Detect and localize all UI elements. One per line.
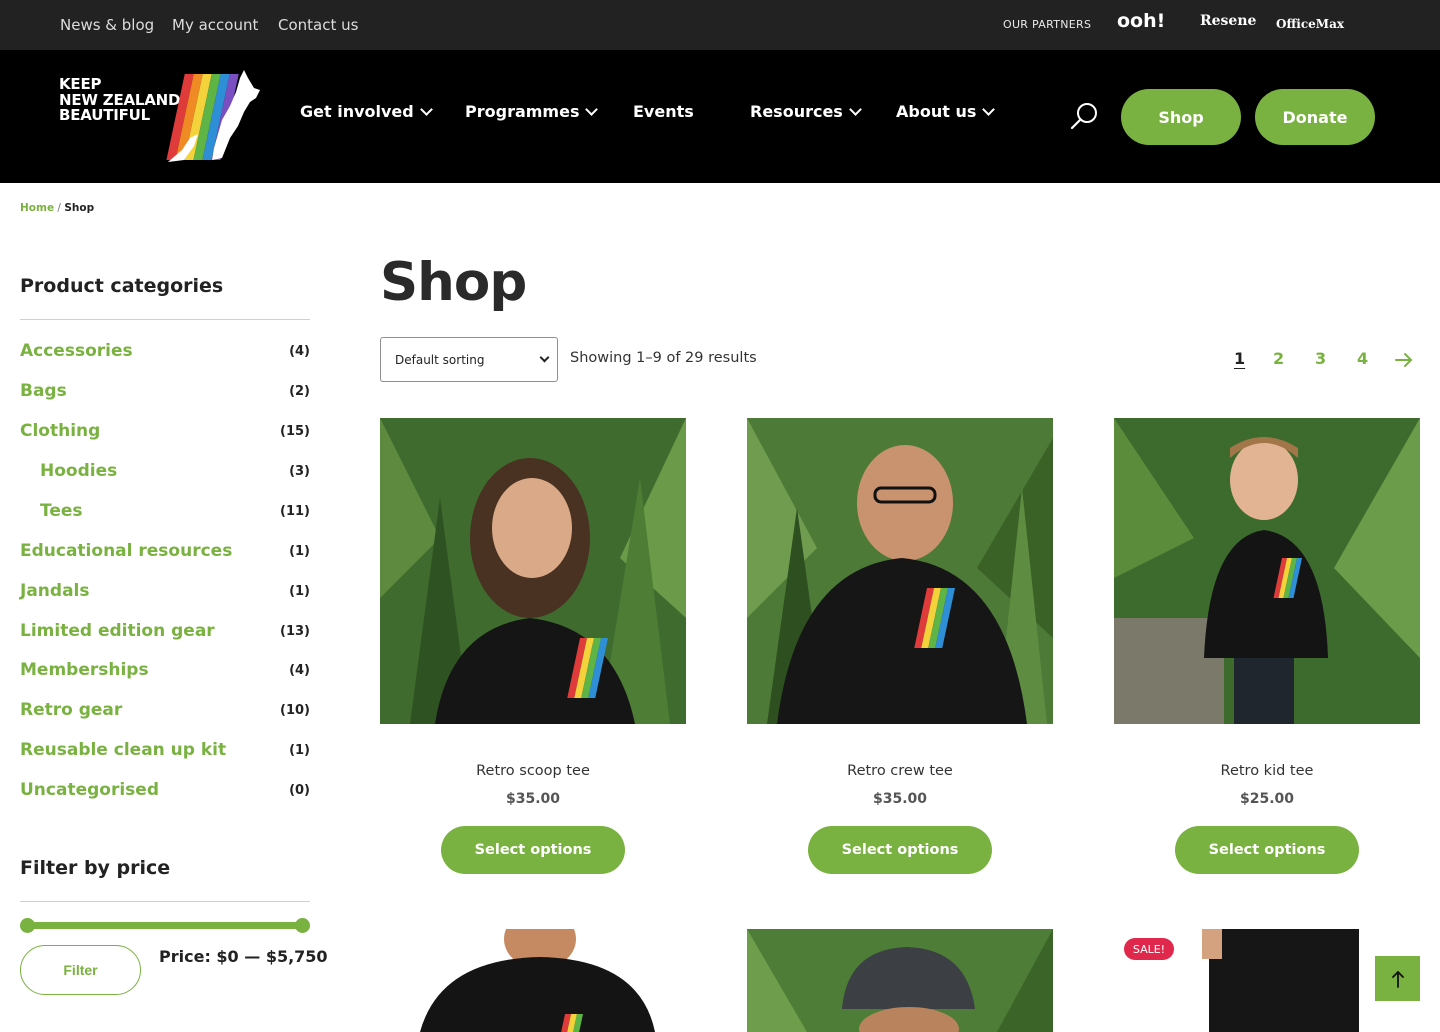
category-clothing[interactable]: Clothing (15)	[20, 417, 310, 445]
chevron-down-icon	[585, 102, 599, 116]
page-title: Shop	[380, 252, 527, 313]
breadcrumb-home-link[interactable]: Home	[20, 202, 54, 214]
contact-us-link[interactable]: Contact us	[278, 16, 358, 34]
nav-resources[interactable]: Resources	[750, 102, 862, 121]
product-title[interactable]: Retro crew tee	[747, 763, 1053, 779]
chevron-down-icon	[848, 102, 862, 116]
category-memberships[interactable]: Memberships (4)	[20, 656, 310, 684]
filter-button[interactable]: Filter	[20, 945, 141, 995]
chevron-down-icon	[419, 102, 433, 116]
nav-programmes[interactable]: Programmes	[465, 102, 599, 121]
divider	[20, 901, 310, 902]
price-max-handle[interactable]	[295, 918, 310, 933]
search-icon[interactable]	[1068, 100, 1100, 132]
main-header: KEEP NEW ZEALAND BEAUTIFUL Get involved …	[0, 50, 1440, 183]
donate-button[interactable]: Donate	[1255, 89, 1375, 145]
nav-get-involved[interactable]: Get involved	[300, 102, 433, 121]
pagination-page-1[interactable]: 1	[1234, 349, 1245, 368]
product-image-retro-scoop-tee[interactable]	[380, 418, 686, 724]
category-bags[interactable]: Bags (2)	[20, 377, 310, 405]
pagination-page-3[interactable]: 3	[1315, 349, 1326, 368]
breadcrumb-separator: /	[57, 202, 61, 214]
result-count: Showing 1–9 of 29 results	[570, 350, 757, 366]
category-accessories[interactable]: Accessories (4)	[20, 337, 310, 365]
shop-button[interactable]: Shop	[1121, 89, 1241, 145]
my-account-link[interactable]: My account	[172, 16, 258, 34]
chevron-down-icon	[539, 352, 550, 363]
product-image-cap[interactable]	[747, 929, 1053, 1032]
select-options-button[interactable]: Select options	[808, 826, 992, 874]
product-categories-heading: Product categories	[20, 275, 224, 297]
price-min-handle[interactable]	[20, 918, 35, 933]
category-jandals[interactable]: Jandals (1)	[20, 577, 310, 605]
nz-map-logo-icon	[166, 70, 260, 162]
category-educational-resources[interactable]: Educational resources (1)	[20, 537, 310, 565]
partner-logo-officemax[interactable]: OfficeMax	[1276, 17, 1344, 31]
partner-logo-resene[interactable]: Resene	[1200, 13, 1256, 29]
chevron-down-icon	[982, 102, 996, 116]
arrow-up-icon	[1391, 970, 1404, 988]
product-price: $35.00	[505, 791, 561, 807]
product-title[interactable]: Retro kid tee	[1114, 763, 1420, 779]
divider	[20, 319, 310, 320]
sort-select[interactable]: Default sorting	[380, 337, 558, 382]
breadcrumb: Home / Shop	[20, 202, 94, 214]
arrow-right-icon[interactable]	[1394, 351, 1414, 369]
price-range-track[interactable]	[27, 922, 303, 929]
breadcrumb-current: Shop	[64, 202, 95, 214]
nav-about-us[interactable]: About us	[896, 102, 996, 121]
product-image-retro-crew-tee[interactable]	[747, 418, 1053, 724]
category-reusable-clean-up-kit[interactable]: Reusable clean up kit (1)	[20, 736, 310, 764]
news-blog-link[interactable]: News & blog	[60, 16, 154, 34]
select-options-button[interactable]: Select options	[441, 826, 625, 874]
category-uncategorised[interactable]: Uncategorised (0)	[20, 776, 310, 804]
select-options-button[interactable]: Select options	[1175, 826, 1359, 874]
pagination-page-4[interactable]: 4	[1357, 349, 1368, 368]
product-price: $25.00	[1239, 791, 1295, 807]
category-retro-gear[interactable]: Retro gear (10)	[20, 696, 310, 724]
product-title[interactable]: Retro scoop tee	[380, 763, 686, 779]
product-image-retro-kid-tee[interactable]	[1114, 418, 1420, 724]
sale-badge: SALE!	[1124, 938, 1174, 960]
top-utility-bar: News & blog My account Contact us OUR PA…	[0, 0, 1440, 50]
nav-events[interactable]: Events	[633, 102, 694, 121]
product-image-hoodie[interactable]	[380, 929, 686, 1032]
partners-label: OUR PARTNERS	[1003, 18, 1092, 31]
back-to-top-button[interactable]	[1375, 956, 1420, 1001]
product-price: $35.00	[872, 791, 928, 807]
price-range-label: Price: $0 — $5,750	[159, 947, 328, 966]
category-hoodies[interactable]: Hoodies (3)	[40, 457, 310, 485]
sort-selected-value: Default sorting	[395, 352, 485, 367]
category-tees[interactable]: Tees (11)	[40, 497, 310, 525]
category-limited-edition-gear[interactable]: Limited edition gear (13)	[20, 617, 310, 645]
pagination-page-2[interactable]: 2	[1273, 349, 1284, 368]
partner-logo-ooh[interactable]: ooh!	[1117, 10, 1165, 32]
filter-by-price-heading: Filter by price	[20, 857, 171, 879]
